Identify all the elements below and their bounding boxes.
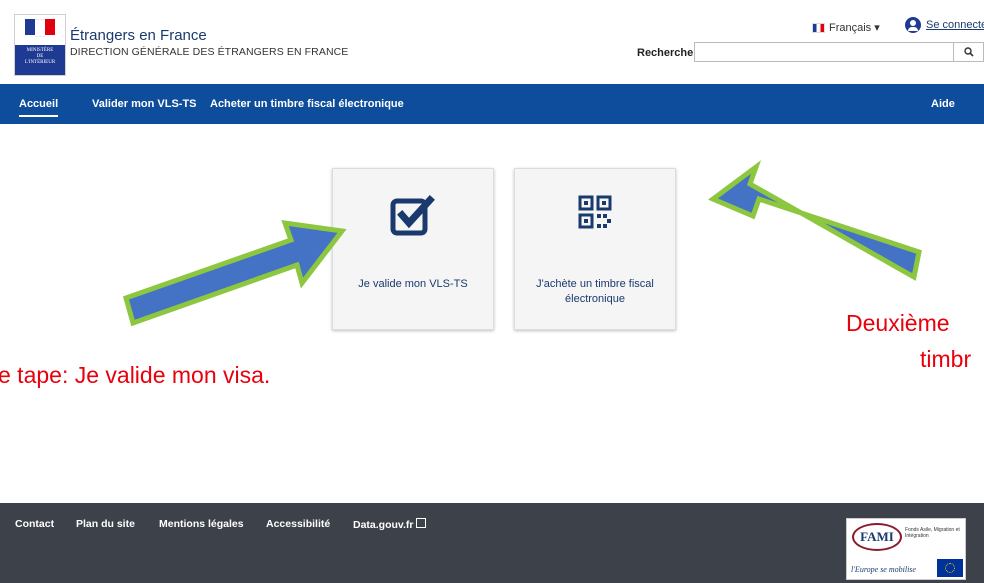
search-button[interactable] [954,42,984,62]
checkbox-checked-icon [390,195,435,236]
card-label: J'achète un timbre fiscal électronique [536,278,654,305]
ministry-logo[interactable]: MINISTÈRE DE L'INTÉRIEUR [14,14,66,76]
french-flag-icon [15,15,65,43]
login-link[interactable]: Se connecter [905,17,984,33]
site-subtitle: DIRECTION GÉNÉRALE DES ÉTRANGERS EN FRAN… [70,46,349,58]
site-header: MINISTÈRE DE L'INTÉRIEUR Étrangers en Fr… [0,0,984,84]
user-icon [905,17,921,33]
annotation-step-text: e tape: Je valide mon visa. [0,362,271,388]
search-icon [963,47,974,57]
fami-logo[interactable]: FAMI Fonds Asile, Migration et Intégrati… [846,518,966,580]
fami-motto: l'Europe se mobilise [851,565,916,574]
footer-link-data-gouv[interactable]: Data.gouv.fr [353,518,427,531]
nav-item-accueil[interactable]: Accueil [19,84,59,124]
nav-item-acheter-timbre[interactable]: Acheter un timbre fiscal électronique [210,84,404,124]
arrow-left-icon [122,219,347,327]
external-link-icon [416,518,427,528]
language-label: Français ▾ [829,22,880,34]
footer-link-accessibilite[interactable]: Accessibilité [266,518,330,530]
site-title[interactable]: Étrangers en France [70,27,207,44]
site-footer: Contact Plan du site Mentions légales Ac… [0,503,984,583]
annotation-second-step-text-2: timbr [920,346,972,372]
validate-vls-ts-card[interactable]: Je valide mon VLS-TS [332,168,494,330]
language-selector[interactable]: Français ▾ [812,21,880,34]
buy-tax-stamp-card[interactable]: J'achète un timbre fiscal électronique [514,168,676,330]
main-nav: Accueil Valider mon VLS-TS Acheter un ti… [0,84,984,124]
ministry-label: MINISTÈRE DE L'INTÉRIEUR [15,45,65,75]
french-flag-icon [812,22,825,33]
eu-flag-icon [937,559,963,577]
footer-link-plan-du-site[interactable]: Plan du site [76,518,135,530]
arrow-right-icon [708,160,922,281]
nav-item-valider-vls-ts[interactable]: Valider mon VLS-TS [92,84,197,124]
search-input[interactable] [694,42,954,62]
search-label: Rechercher [637,47,698,59]
footer-link-contact[interactable]: Contact [15,518,54,530]
footer-link-label: Data.gouv.fr [353,519,414,531]
footer-link-mentions-legales[interactable]: Mentions légales [159,518,244,530]
annotation-second-step-text: Deuxième [846,310,950,336]
fami-logo-mark: FAMI [852,523,902,551]
nav-item-aide[interactable]: Aide [931,84,955,124]
qr-code-icon [578,195,612,229]
card-label: Je valide mon VLS-TS [358,278,468,290]
login-label[interactable]: Se connecter [926,19,984,31]
fami-subtitle: Fonds Asile, Migration et Intégration [905,527,960,539]
